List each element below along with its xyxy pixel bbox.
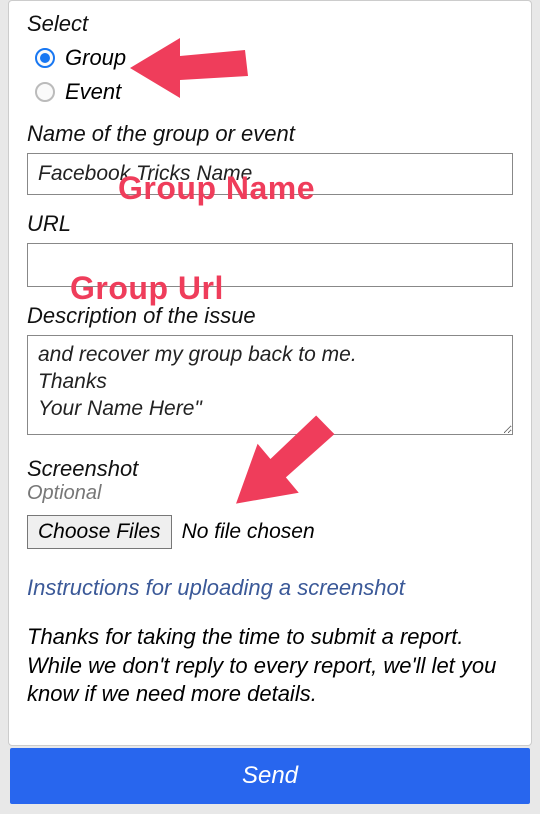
radio-event-option[interactable]: Event (35, 79, 513, 105)
description-textarea[interactable] (27, 335, 513, 435)
screenshot-label: Screenshot (27, 456, 513, 482)
url-input[interactable] (27, 243, 513, 287)
name-label: Name of the group or event (27, 121, 513, 147)
radio-label: Group (65, 45, 126, 71)
radio-label: Event (65, 79, 121, 105)
send-button[interactable]: Send (10, 748, 530, 804)
select-label: Select (27, 11, 513, 37)
radio-icon (35, 48, 55, 68)
description-label: Description of the issue (27, 303, 513, 329)
form-panel: Select Group Event Name of the group or … (8, 0, 532, 746)
url-label: URL (27, 211, 513, 237)
radio-icon (35, 82, 55, 102)
choose-files-button[interactable]: Choose Files (27, 515, 172, 549)
file-row: Choose Files No file chosen (27, 515, 513, 549)
optional-label: Optional (27, 482, 513, 505)
radio-group: Group Event (27, 45, 513, 105)
thanks-text: Thanks for taking the time to submit a r… (27, 623, 513, 709)
file-status: No file chosen (182, 520, 315, 544)
instructions-link[interactable]: Instructions for uploading a screenshot (27, 575, 513, 601)
radio-group-option[interactable]: Group (35, 45, 513, 71)
name-input[interactable] (27, 153, 513, 195)
